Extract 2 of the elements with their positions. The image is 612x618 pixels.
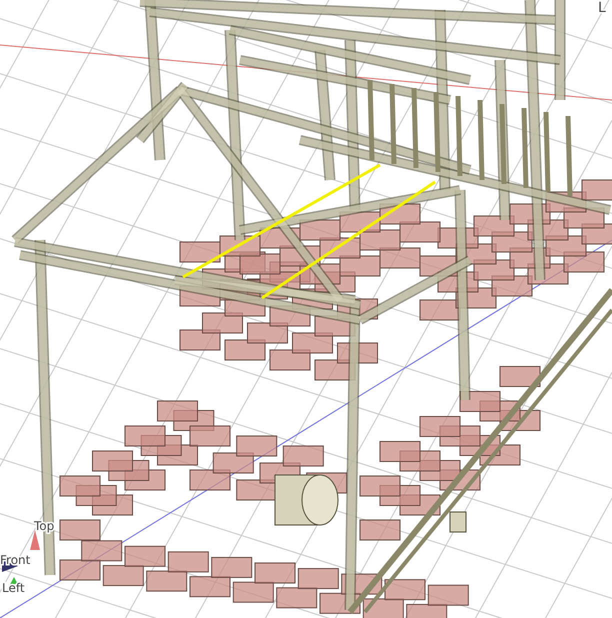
corner-label: L: [598, 0, 606, 16]
front-axis-label: Front: [0, 553, 30, 567]
